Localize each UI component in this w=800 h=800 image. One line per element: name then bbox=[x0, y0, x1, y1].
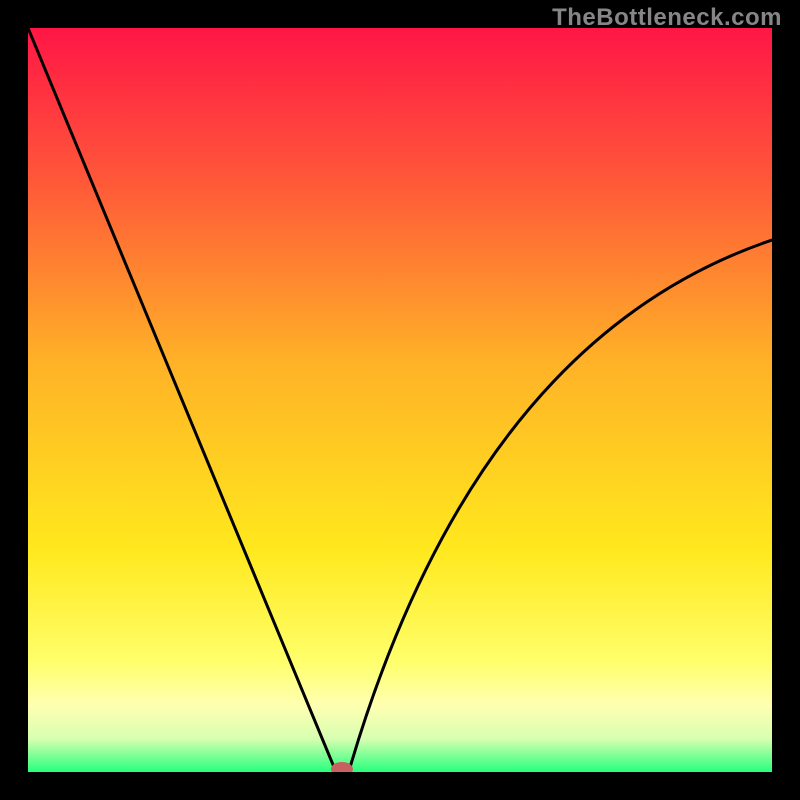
chart-frame: TheBottleneck.com bbox=[0, 0, 800, 800]
gradient-background bbox=[28, 28, 772, 772]
bottleneck-chart bbox=[28, 28, 772, 772]
